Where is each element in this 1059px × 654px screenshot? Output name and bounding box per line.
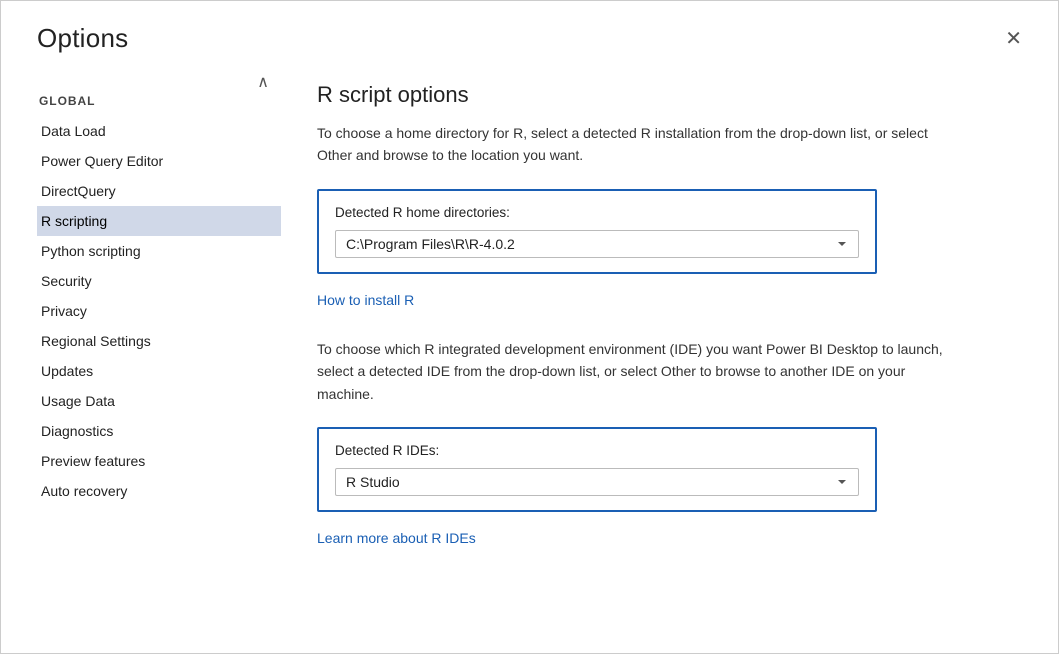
sidebar-item-diagnostics[interactable]: Diagnostics	[37, 416, 281, 446]
ide-group: Detected R IDEs: R StudioOther	[317, 427, 877, 512]
sidebar-item-usage-data[interactable]: Usage Data	[37, 386, 281, 416]
install-r-link[interactable]: How to install R	[317, 292, 414, 308]
sidebar: ∧ GLOBAL Data LoadPower Query EditorDire…	[1, 72, 281, 653]
sidebar-item-r-scripting[interactable]: R scripting	[37, 206, 281, 236]
ide-link[interactable]: Learn more about R IDEs	[317, 530, 476, 546]
sidebar-item-regional-settings[interactable]: Regional Settings	[37, 326, 281, 356]
sidebar-item-data-load[interactable]: Data Load	[37, 116, 281, 146]
dialog-title: Options	[37, 23, 128, 54]
main-content: R script options To choose a home direct…	[281, 72, 1058, 653]
close-button[interactable]: ✕	[997, 25, 1030, 53]
main-desc2: To choose which R integrated development…	[317, 338, 957, 405]
main-title: R script options	[317, 82, 1010, 108]
ide-label: Detected R IDEs:	[335, 443, 859, 458]
sidebar-item-auto-recovery[interactable]: Auto recovery	[37, 476, 281, 506]
dialog-header: Options ✕	[1, 1, 1058, 54]
sidebar-item-updates[interactable]: Updates	[37, 356, 281, 386]
dialog-body: ∧ GLOBAL Data LoadPower Query EditorDire…	[1, 54, 1058, 653]
ide-select[interactable]: R StudioOther	[335, 468, 859, 496]
scroll-up-icon[interactable]: ∧	[257, 72, 269, 92]
options-dialog: Options ✕ ∧ GLOBAL Data LoadPower Query …	[0, 0, 1059, 654]
home-dir-label: Detected R home directories:	[335, 205, 859, 220]
sidebar-item-security[interactable]: Security	[37, 266, 281, 296]
sidebar-scroll: Data LoadPower Query EditorDirectQueryR …	[37, 116, 281, 653]
home-dir-select[interactable]: C:\Program Files\R\R-4.0.2Other	[335, 230, 859, 258]
scroll-up-area: ∧	[37, 72, 281, 92]
sidebar-section-label: GLOBAL	[37, 94, 281, 108]
sidebar-item-privacy[interactable]: Privacy	[37, 296, 281, 326]
sidebar-item-power-query-editor[interactable]: Power Query Editor	[37, 146, 281, 176]
sidebar-item-python-scripting[interactable]: Python scripting	[37, 236, 281, 266]
sidebar-item-direct-query[interactable]: DirectQuery	[37, 176, 281, 206]
home-dir-group: Detected R home directories: C:\Program …	[317, 189, 877, 274]
main-desc1: To choose a home directory for R, select…	[317, 122, 957, 167]
sidebar-item-preview-features[interactable]: Preview features	[37, 446, 281, 476]
